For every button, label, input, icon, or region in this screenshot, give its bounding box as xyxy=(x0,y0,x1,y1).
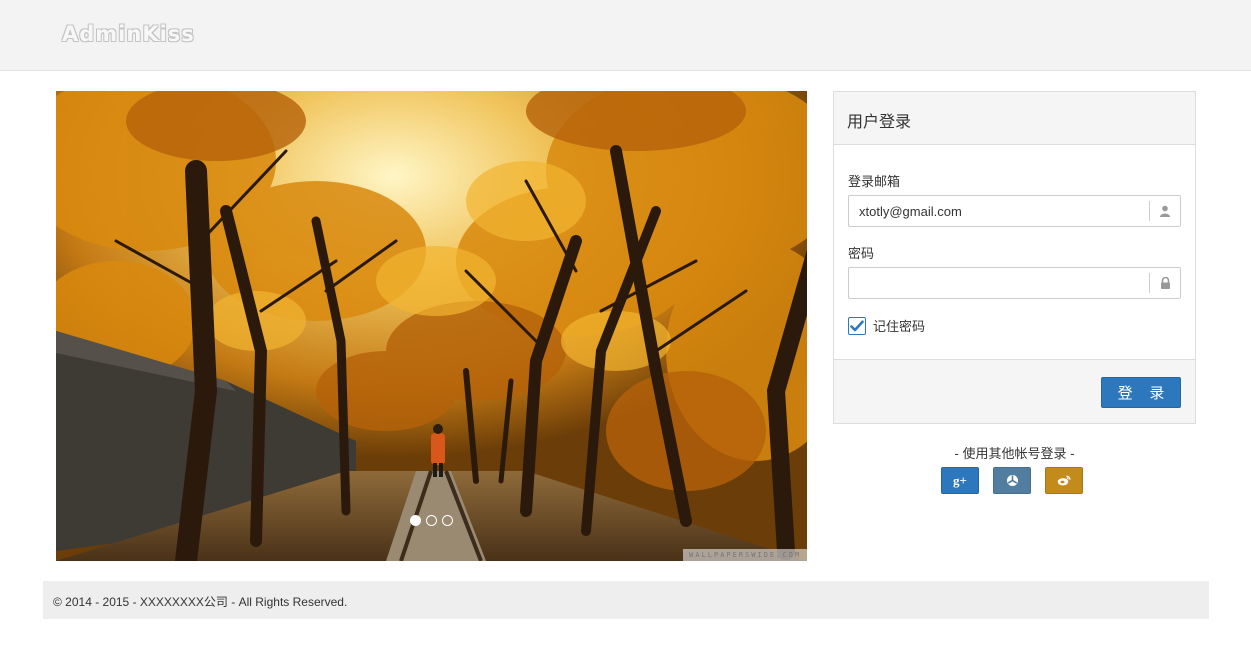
login-form: 登录邮箱 密码 记住密码 xyxy=(834,145,1195,359)
image-carousel[interactable]: WALLPAPERSWIDE.COM xyxy=(56,91,807,561)
login-panel: 用户登录 登录邮箱 密码 记住密码 登 录 xyxy=(833,91,1196,424)
weibo-icon xyxy=(1057,475,1071,486)
password-input-group xyxy=(848,267,1181,299)
email-input-group xyxy=(848,195,1181,227)
lock-icon xyxy=(1149,273,1180,293)
user-icon xyxy=(1149,201,1180,221)
google-plus-login-button[interactable]: g+ xyxy=(941,467,979,494)
aperture-login-button[interactable] xyxy=(993,467,1031,494)
login-panel-footer: 登 录 xyxy=(834,359,1195,423)
carousel-dot-2[interactable] xyxy=(426,515,437,526)
email-field[interactable] xyxy=(849,197,1149,225)
password-label: 密码 xyxy=(848,246,875,261)
google-plus-icon: g+ xyxy=(953,472,967,488)
carousel-indicators xyxy=(56,515,807,526)
autumn-forest-railway-photo xyxy=(56,91,807,561)
login-panel-title: 用户登录 xyxy=(834,92,1195,145)
remember-password-checkbox[interactable] xyxy=(848,316,866,335)
carousel-dot-3[interactable] xyxy=(442,515,453,526)
image-watermark: WALLPAPERSWIDE.COM xyxy=(683,549,807,561)
logo[interactable]: AdminKiss xyxy=(62,22,195,46)
other-login-label: - 使用其他帐号登录 - xyxy=(954,446,1075,461)
aperture-icon xyxy=(1006,475,1018,486)
page-footer: © 2014 - 2015 - XXXXXXXX公司 - All Rights … xyxy=(43,581,1209,619)
login-button[interactable]: 登 录 xyxy=(1101,377,1181,408)
carousel-dot-1[interactable] xyxy=(410,515,421,526)
copyright-text: © 2014 - 2015 - XXXXXXXX公司 - All Rights … xyxy=(53,595,348,609)
email-label: 登录邮箱 xyxy=(848,174,901,189)
top-navbar: AdminKiss xyxy=(0,0,1251,71)
checkmark-icon xyxy=(850,320,864,331)
remember-password-row: 记住密码 xyxy=(848,316,925,335)
password-field[interactable] xyxy=(849,269,1149,297)
remember-password-label[interactable]: 记住密码 xyxy=(873,316,925,335)
weibo-login-button[interactable] xyxy=(1045,467,1083,494)
social-login-buttons: g+ xyxy=(941,467,1083,494)
